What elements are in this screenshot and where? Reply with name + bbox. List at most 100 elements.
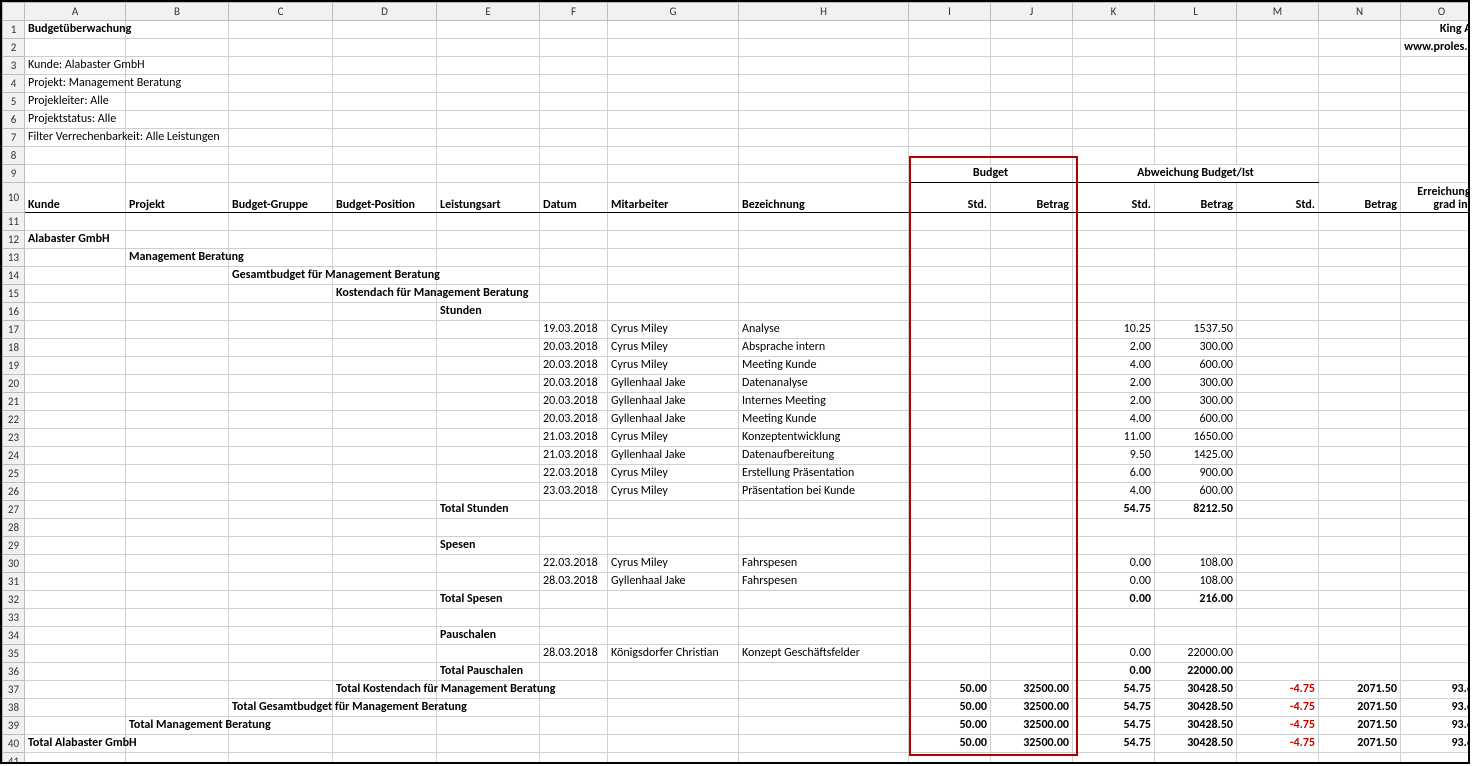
cell[interactable]: Präsentation bei Kunde xyxy=(739,483,909,501)
cell[interactable] xyxy=(739,537,909,555)
col-O[interactable]: O xyxy=(1401,3,1471,21)
row-num[interactable]: 30 xyxy=(3,555,25,573)
cell[interactable] xyxy=(540,75,608,93)
cell[interactable] xyxy=(25,483,126,501)
cell[interactable] xyxy=(229,465,333,483)
row-num[interactable]: 29 xyxy=(3,537,25,555)
cell[interactable] xyxy=(229,357,333,375)
cell[interactable] xyxy=(1155,111,1237,129)
cell[interactable]: 6.00 xyxy=(1073,465,1155,483)
cell[interactable] xyxy=(1237,483,1319,501)
cell[interactable]: Absprache intern xyxy=(739,339,909,357)
col-K[interactable]: K xyxy=(1073,3,1155,21)
cell[interactable] xyxy=(25,249,126,267)
cell[interactable] xyxy=(991,573,1073,591)
cell[interactable] xyxy=(1401,249,1471,267)
cell[interactable] xyxy=(739,627,909,645)
cell[interactable] xyxy=(229,555,333,573)
cell[interactable]: Fahrspesen xyxy=(739,555,909,573)
cell[interactable]: 50.00 xyxy=(909,699,991,717)
cell[interactable]: 32500.00 xyxy=(991,681,1073,699)
cell[interactable] xyxy=(437,147,540,165)
cell[interactable] xyxy=(540,267,608,285)
cell[interactable] xyxy=(1401,93,1471,111)
cell[interactable] xyxy=(608,147,739,165)
cell[interactable] xyxy=(991,285,1073,303)
cell[interactable] xyxy=(1401,231,1471,249)
cell[interactable] xyxy=(437,111,540,129)
cell[interactable] xyxy=(333,627,437,645)
cell[interactable] xyxy=(991,753,1073,765)
cell[interactable] xyxy=(1319,21,1401,39)
cell[interactable]: Cyrus Miley xyxy=(608,465,739,483)
cell[interactable] xyxy=(25,501,126,519)
cell[interactable] xyxy=(1319,429,1401,447)
cell[interactable] xyxy=(991,111,1073,129)
cell[interactable] xyxy=(1319,645,1401,663)
row-15[interactable]: 15Kostendach für Management Beratung xyxy=(3,285,1471,303)
cell[interactable]: 32500.00 xyxy=(991,699,1073,717)
cell[interactable]: Cyrus Miley xyxy=(608,339,739,357)
cell[interactable] xyxy=(333,93,437,111)
cell[interactable] xyxy=(739,129,909,147)
col-F[interactable]: F xyxy=(540,3,608,21)
cell[interactable] xyxy=(333,213,437,231)
cell[interactable] xyxy=(229,111,333,129)
cell[interactable]: 54.75 xyxy=(1073,717,1155,735)
cell[interactable] xyxy=(1319,609,1401,627)
cell[interactable] xyxy=(608,591,739,609)
cell[interactable] xyxy=(229,285,333,303)
row-19[interactable]: 1920.03.2018Cyrus MileyMeeting Kunde4.00… xyxy=(3,357,1471,375)
cell[interactable] xyxy=(437,357,540,375)
cell[interactable] xyxy=(1319,93,1401,111)
cell[interactable] xyxy=(333,339,437,357)
cell[interactable] xyxy=(229,447,333,465)
cell[interactable] xyxy=(909,339,991,357)
cell[interactable] xyxy=(909,375,991,393)
cell[interactable] xyxy=(333,573,437,591)
cell[interactable]: Kunde xyxy=(25,183,126,213)
cell[interactable] xyxy=(25,681,126,699)
cell[interactable]: 20.03.2018 xyxy=(540,339,608,357)
cell[interactable]: 900.00 xyxy=(1155,465,1237,483)
cell[interactable] xyxy=(991,483,1073,501)
cell[interactable] xyxy=(229,21,333,39)
cell[interactable] xyxy=(540,609,608,627)
cell[interactable] xyxy=(540,111,608,129)
cell[interactable] xyxy=(25,393,126,411)
cell[interactable] xyxy=(991,231,1073,249)
cell[interactable] xyxy=(25,609,126,627)
cell[interactable]: 0.00 xyxy=(1073,591,1155,609)
row-25[interactable]: 2522.03.2018Cyrus MileyErstellung Präsen… xyxy=(3,465,1471,483)
cell[interactable] xyxy=(540,165,608,183)
cell[interactable] xyxy=(1155,285,1237,303)
cell[interactable] xyxy=(1319,465,1401,483)
cell[interactable]: Total Spesen xyxy=(437,591,540,609)
cell[interactable] xyxy=(739,303,909,321)
cell[interactable] xyxy=(437,267,540,285)
cell[interactable]: King AG xyxy=(1401,21,1471,39)
row-35[interactable]: 3528.03.2018Königsdorfer ChristianKonzep… xyxy=(3,645,1471,663)
row-27[interactable]: 27Total Stunden54.758212.50 xyxy=(3,501,1471,519)
cell[interactable] xyxy=(229,231,333,249)
cell[interactable] xyxy=(25,357,126,375)
cell[interactable]: Std. xyxy=(1073,183,1155,213)
cell[interactable] xyxy=(540,663,608,681)
cell[interactable]: Meeting Kunde xyxy=(739,411,909,429)
row-30[interactable]: 3022.03.2018Cyrus MileyFahrspesen0.00108… xyxy=(3,555,1471,573)
cell[interactable] xyxy=(1073,303,1155,321)
cell[interactable] xyxy=(333,39,437,57)
cell[interactable]: 0.00 xyxy=(1073,573,1155,591)
cell[interactable]: 20.03.2018 xyxy=(540,375,608,393)
cell[interactable]: Cyrus Miley xyxy=(608,357,739,375)
cell[interactable] xyxy=(1073,147,1155,165)
cell[interactable] xyxy=(1401,537,1471,555)
cell[interactable]: 10.25 xyxy=(1073,321,1155,339)
cell[interactable] xyxy=(229,753,333,765)
cell[interactable] xyxy=(437,447,540,465)
cell[interactable] xyxy=(739,609,909,627)
cell[interactable] xyxy=(1155,231,1237,249)
cell[interactable]: 54.75 xyxy=(1073,681,1155,699)
cell[interactable] xyxy=(991,591,1073,609)
cell[interactable] xyxy=(1401,663,1471,681)
